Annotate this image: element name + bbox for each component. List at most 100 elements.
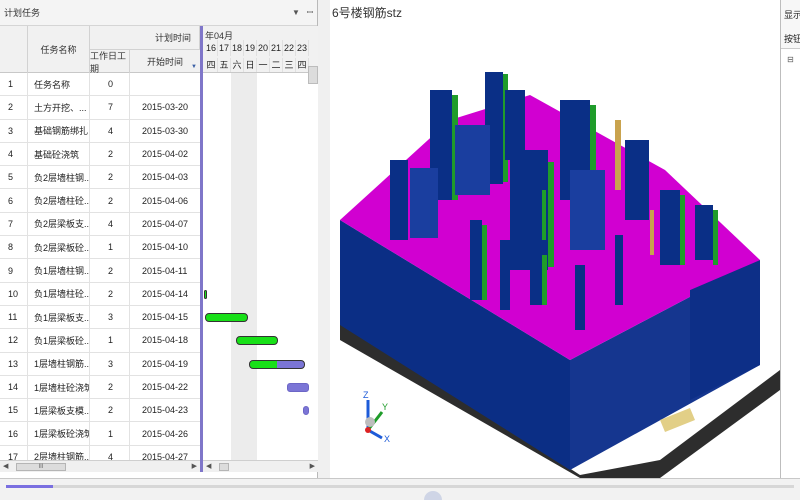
timeline-progress bbox=[6, 485, 54, 488]
task-name-cell: 负1层梁板砼... bbox=[28, 329, 90, 352]
table-row[interactable]: 2 土方开挖、... 7 2015-03-20 bbox=[0, 96, 200, 120]
duration-cell: 2 bbox=[90, 282, 130, 305]
row-number: 5 bbox=[0, 166, 28, 189]
display-panel-title: 显示 bbox=[784, 10, 800, 20]
table-row[interactable]: 7 负2层梁板支... 4 2015-04-07 bbox=[0, 212, 200, 237]
display-tree[interactable]: ⊟ bbox=[781, 48, 800, 478]
gantt-scroll-right-icon[interactable]: ▶ bbox=[310, 462, 315, 470]
scroll-left-icon[interactable]: ◀ bbox=[3, 462, 8, 470]
duration-cell: 0 bbox=[90, 73, 130, 96]
task-panel: 计划任务 ▼ ꟷ 任务名称 计划时间 工作日工期 开始时间 ▼ 1 任务名称 0… bbox=[0, 0, 318, 478]
chevron-down-icon[interactable]: ▼ bbox=[289, 8, 303, 17]
table-row[interactable]: 5 负2层墙柱钢... 2 2015-04-03 bbox=[0, 166, 200, 190]
table-row[interactable]: 10 负1层墙柱砼... 2 2015-04-14 bbox=[0, 282, 200, 306]
gantt-weekday-label: 日 bbox=[244, 58, 257, 72]
task-name-cell: 负2层墙柱钢... bbox=[28, 166, 90, 189]
table-row[interactable]: 9 负1层墙柱钢... 2 2015-04-11 bbox=[0, 259, 200, 283]
gantt-weekday-label: 六 bbox=[231, 58, 244, 72]
gantt-task-bar[interactable] bbox=[249, 359, 306, 369]
expand-box-icon[interactable]: ⊟ bbox=[787, 55, 794, 64]
planned-time-header-label: 计划时间 bbox=[154, 33, 191, 43]
gantt-task-bar[interactable] bbox=[286, 382, 309, 392]
pin-icon[interactable]: ꟷ bbox=[303, 7, 317, 18]
task-name-cell: 基础砼浇筑 bbox=[28, 142, 90, 166]
gantt-day-label: 19 bbox=[244, 40, 257, 56]
grid-scroll-thumb[interactable]: III bbox=[16, 463, 66, 471]
start-time-cell: 2015-04-11 bbox=[142, 265, 188, 276]
table-row[interactable]: 13 1层墙柱钢筋... 3 2015-04-19 bbox=[0, 352, 200, 376]
start-time-cell: 2015-04-07 bbox=[142, 218, 189, 229]
axis-x-label: X bbox=[384, 434, 390, 444]
weekend-column bbox=[231, 73, 244, 472]
timeline-track[interactable] bbox=[6, 485, 794, 488]
start-time-cell: 2015-03-20 bbox=[142, 102, 189, 113]
duration-header[interactable]: 工作日工期 bbox=[90, 50, 130, 74]
duration-cell: 2 bbox=[90, 399, 130, 422]
gantt-scroll-left-icon[interactable]: ◀ bbox=[206, 462, 211, 470]
table-row[interactable]: 3 基础钢筋绑扎 4 2015-03-30 bbox=[0, 119, 200, 143]
start-time-cell: 2015-04-26 bbox=[142, 428, 189, 439]
timeline-slider[interactable] bbox=[0, 478, 800, 500]
gantt-scroll-thumb[interactable] bbox=[219, 463, 229, 471]
table-row[interactable]: 16 1层梁板砼浇筑 1 2015-04-26 bbox=[0, 422, 200, 446]
timeline-handle[interactable] bbox=[424, 491, 442, 500]
task-panel-title: 计划任务 bbox=[4, 8, 41, 18]
duration-cell: 4 bbox=[90, 212, 130, 236]
gantt-task-bar[interactable] bbox=[203, 289, 207, 299]
task-name-cell: 负2层梁板支... bbox=[28, 212, 90, 236]
table-row[interactable]: 1 任务名称 0 bbox=[0, 73, 200, 97]
task-name-cell: 1层墙柱钢筋... bbox=[28, 352, 90, 375]
display-panel: 显示 按钮 ⊟ bbox=[780, 0, 800, 478]
table-row[interactable]: 12 负1层梁板砼... 1 2015-04-18 bbox=[0, 329, 200, 353]
table-row[interactable]: 6 负2层墙柱砼... 2 2015-04-06 bbox=[0, 189, 200, 213]
start-time-header-label: 开始时间 bbox=[146, 57, 183, 67]
task-name-cell: 负2层墙柱砼... bbox=[28, 189, 90, 212]
gantt-weekday-label: 一 bbox=[257, 58, 270, 72]
gantt-day-label: 21 bbox=[270, 40, 283, 56]
gantt-horizontal-scrollbar[interactable]: ◀ ▶ bbox=[203, 460, 318, 472]
duration-cell: 1 bbox=[90, 236, 130, 259]
grid-horizontal-scrollbar[interactable]: ◀ III ▶ bbox=[0, 460, 200, 472]
gantt-chart: 年04月 16 四 17 五 18 六 19 日 20 一 21 二 22 三 23 四 bbox=[203, 26, 318, 472]
axis-z-label: Z bbox=[363, 390, 369, 400]
display-panel-button[interactable]: 按钮 bbox=[784, 32, 800, 45]
weekend-column bbox=[244, 73, 257, 472]
duration-cell: 4 bbox=[90, 119, 130, 142]
building-model[interactable]: Z Y X bbox=[330, 0, 780, 478]
row-number: 11 bbox=[0, 305, 28, 329]
task-name-cell: 负1层墙柱砼... bbox=[28, 282, 90, 305]
task-name-cell: 基础钢筋绑扎 bbox=[28, 119, 90, 142]
start-time-cell: 2015-04-14 bbox=[142, 288, 189, 299]
table-row[interactable]: 8 负2层梁板砼... 1 2015-04-10 bbox=[0, 236, 200, 260]
sort-down-icon[interactable]: ▼ bbox=[191, 64, 197, 70]
gantt-day-label: 23 bbox=[296, 40, 309, 56]
table-row[interactable]: 15 1层梁板支模... 2 2015-04-23 bbox=[0, 399, 200, 423]
scroll-right-icon[interactable]: ▶ bbox=[192, 462, 197, 470]
duration-cell: 3 bbox=[90, 352, 130, 375]
row-number: 8 bbox=[0, 236, 28, 259]
table-row[interactable]: 14 1层墙柱砼浇筑 2 2015-04-22 bbox=[0, 375, 200, 400]
gantt-day-label: 20 bbox=[257, 40, 270, 56]
model-viewport[interactable]: 6号楼钢筋stz Z Y X bbox=[330, 0, 780, 478]
table-row[interactable]: 11 负1层梁板支... 3 2015-04-15 bbox=[0, 305, 200, 330]
start-time-cell: 2015-04-18 bbox=[142, 335, 189, 346]
grid-body: 1 任务名称 0 2 土方开挖、... 7 2015-03-20 3 基础钢筋绑扎 4 2015-0… bbox=[0, 73, 200, 470]
task-name-cell: 1层梁板砼浇筑 bbox=[28, 422, 90, 445]
gantt-vertical-scrollbar[interactable] bbox=[308, 66, 318, 84]
gantt-day-label: 16 bbox=[205, 40, 218, 56]
row-number: 15 bbox=[0, 399, 28, 422]
gantt-header: 年04月 16 四 17 五 18 六 19 日 20 一 21 二 22 三 23 四 bbox=[203, 26, 318, 73]
task-name-header[interactable]: 任务名称 bbox=[28, 26, 90, 73]
gantt-task-bar[interactable] bbox=[302, 406, 309, 416]
task-name-cell: 任务名称 bbox=[28, 73, 90, 96]
axis-gizmo[interactable]: Z Y X bbox=[363, 390, 390, 444]
gantt-weekday-label: 五 bbox=[218, 58, 231, 72]
task-name-cell: 1层墙柱砼浇筑 bbox=[28, 375, 90, 399]
start-time-header[interactable]: 开始时间 ▼ bbox=[130, 50, 200, 73]
gantt-weekday-label: 三 bbox=[283, 58, 296, 72]
gantt-task-bar[interactable] bbox=[205, 313, 248, 322]
table-row[interactable]: 4 基础砼浇筑 2 2015-04-02 bbox=[0, 142, 200, 167]
duration-header-label: 工作日工期 bbox=[90, 50, 127, 74]
task-grid: 任务名称 计划时间 工作日工期 开始时间 ▼ 1 任务名称 0 2 土方开挖、... 7 2… bbox=[0, 26, 200, 472]
gantt-task-bar[interactable] bbox=[236, 336, 278, 346]
